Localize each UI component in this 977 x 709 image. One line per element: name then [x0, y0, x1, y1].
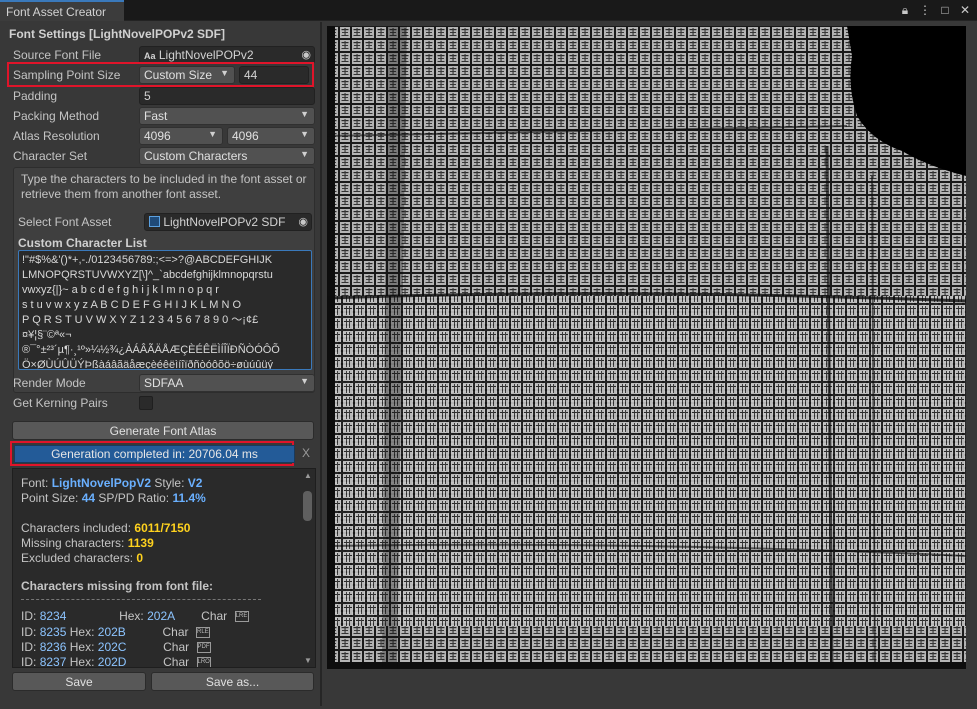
- object-picker-icon[interactable]: ◉: [301, 48, 311, 61]
- sampling-point-size-label: Sampling Point Size: [13, 68, 121, 82]
- char-line: P Q R S T U V W X Y Z 1 2 3 4 5 6 7 8 9 …: [22, 314, 259, 326]
- kebab-menu-icon[interactable]: ⋮: [919, 3, 931, 18]
- source-font-file-label: Source Font File: [13, 48, 102, 62]
- source-font-file-value: LightNovelPOPv2: [158, 48, 254, 62]
- missing-glyph-icon: LRE: [234, 611, 249, 623]
- tab-title: Font Asset Creator: [6, 5, 107, 19]
- report-font-line: Font: LightNovelPopV2 Style: V2: [21, 476, 203, 490]
- char-line: LMNOPQRSTUVWXYZ[\]^_`abcdefghijklmnopqrs…: [22, 269, 273, 281]
- lock-icon[interactable]: 🔒︎: [899, 3, 911, 18]
- render-mode-row: Render Mode SDFAA ▼: [13, 374, 315, 392]
- chevron-down-icon: ▼: [220, 68, 229, 78]
- sampling-point-size-mode-dropdown[interactable]: Custom Size ▼: [139, 66, 235, 84]
- maximize-icon[interactable]: □: [939, 3, 951, 18]
- sampling-point-size-row: Sampling Point Size Custom Size ▼ 44: [13, 66, 315, 84]
- font-file-icon: Aa: [144, 51, 156, 61]
- atlas-resolution-label: Atlas Resolution: [13, 129, 100, 143]
- char-line: Ö×ØÙÚÛÜÝÞßàáâãäåæçèéêëìíîïðñòóôõö÷øùúûüý: [22, 359, 273, 370]
- generation-progress-bar: Generation completed in: 20706.04 ms: [14, 445, 295, 463]
- chevron-down-icon: ▼: [208, 129, 217, 139]
- report-excluded-line: Excluded characters: 0: [21, 551, 144, 565]
- report-point-size: 44: [81, 491, 96, 505]
- report-missing-header: Characters missing from font file:: [21, 579, 214, 593]
- help-text: Type the characters to be included in th…: [21, 172, 307, 201]
- char-line: !"#$%&'()*+,-./0123456789:;<=>?@ABCDEFGH…: [22, 254, 273, 266]
- scroll-up-icon[interactable]: ▲: [304, 471, 312, 480]
- missing-glyph-icon: PDF: [196, 642, 211, 654]
- report-excluded: 0: [136, 551, 144, 565]
- save-button[interactable]: Save: [12, 672, 146, 691]
- select-font-asset-field[interactable]: LightNovelPOPv2 SDF ◉: [144, 213, 312, 231]
- char-line: ¤¥¦§¨©ª«¬: [22, 329, 72, 341]
- atlas-width-dropdown[interactable]: 4096 ▼: [139, 127, 223, 145]
- select-font-asset-row: Select Font Asset LightNovelPOPv2 SDF ◉: [14, 213, 314, 231]
- clear-progress-button[interactable]: X: [298, 445, 314, 463]
- character-set-label: Character Set: [13, 149, 88, 163]
- window-controls: 🔒︎ ⋮ □ ✕: [899, 3, 971, 18]
- object-picker-icon[interactable]: ◉: [298, 215, 308, 228]
- character-set-dropdown[interactable]: Custom Characters ▼: [139, 147, 315, 165]
- custom-character-list-title: Custom Character List: [18, 236, 147, 250]
- font-atlas-texture: [327, 26, 966, 669]
- packing-method-label: Packing Method: [13, 109, 100, 123]
- chevron-down-icon: ▼: [300, 129, 309, 139]
- chevron-down-icon: ▼: [300, 149, 309, 159]
- report-included-line: Characters included: 6011/7150: [21, 521, 191, 535]
- report-missing: 1139: [127, 536, 154, 550]
- padding-row: Padding 5: [13, 87, 315, 105]
- sampling-point-size-input[interactable]: 44: [239, 66, 309, 84]
- char-line: vwxyz{|}~ a b c d e f g h i j k l m n o …: [22, 284, 219, 296]
- padding-input[interactable]: 5: [139, 87, 315, 105]
- missing-char-row: ID: 8235 Hex: 202B Char RLE: [21, 625, 210, 639]
- report-included: 6011/7150: [134, 521, 191, 535]
- close-icon[interactable]: ✕: [959, 3, 971, 18]
- chevron-down-icon: ▼: [300, 376, 309, 386]
- custom-character-list-input[interactable]: !"#$%&'()*+,-./0123456789:;<=>?@ABCDEFGH…: [18, 250, 312, 370]
- character-set-options-box: Type the characters to be included in th…: [13, 167, 315, 393]
- select-font-asset-label: Select Font Asset: [18, 215, 112, 229]
- character-set-row: Character Set Custom Characters ▼: [13, 147, 315, 165]
- settings-header: Font Settings [LightNovelPOPv2 SDF]: [9, 27, 226, 41]
- kerning-row: Get Kerning Pairs: [13, 394, 315, 412]
- settings-panel: Font Settings [LightNovelPOPv2 SDF] Sour…: [4, 24, 318, 700]
- generation-report[interactable]: Font: LightNovelPopV2 Style: V2 Point Si…: [12, 468, 316, 668]
- missing-char-row: ID: 8236 Hex: 202C Char PDF: [21, 640, 211, 654]
- atlas-height-dropdown[interactable]: 4096 ▼: [227, 127, 315, 145]
- padding-label: Padding: [13, 89, 58, 103]
- packing-method-row: Packing Method Fast ▼: [13, 107, 315, 125]
- generate-font-atlas-button[interactable]: Generate Font Atlas: [12, 421, 314, 440]
- missing-char-row: ID: 8237 Hex: 202D Char LRO: [21, 655, 211, 668]
- report-separator: [21, 599, 261, 600]
- report-scrollbar[interactable]: ▲ ▼: [302, 471, 314, 665]
- missing-glyph-icon: RLE: [195, 627, 210, 639]
- scroll-down-icon[interactable]: ▼: [304, 656, 312, 665]
- missing-glyph-icon: LRO: [196, 657, 211, 667]
- char-line: ®¯°±²³´µ¶·¸¹º»¼½¾¿ÀÁÂÃÄÅÆÇÈÉÊËÌÍÎÏÐÑÒÓÔÕ: [22, 344, 280, 356]
- report-font-name: LightNovelPopV2: [51, 476, 152, 490]
- packing-method-dropdown[interactable]: Fast ▼: [139, 107, 315, 125]
- char-line: s t u v w x y z A B C D E F G H I J K L …: [22, 299, 242, 311]
- render-mode-label: Render Mode: [13, 376, 86, 390]
- missing-char-row: ID: 8234 Hex: 202A Char LRE: [21, 609, 249, 623]
- panel-divider[interactable]: [320, 22, 322, 706]
- font-atlas-preview: [327, 26, 966, 669]
- report-scroll-thumb[interactable]: [303, 491, 312, 521]
- progress-text: Generation completed in: 20706.04 ms: [51, 447, 258, 461]
- report-missing-line: Missing characters: 1139: [21, 536, 154, 550]
- report-style: V2: [187, 476, 203, 490]
- report-point-size-line: Point Size: 44 SP/PD Ratio: 11.4%: [21, 491, 206, 505]
- font-asset-icon: [149, 216, 160, 227]
- save-as-button[interactable]: Save as...: [151, 672, 314, 691]
- tab-font-asset-creator[interactable]: Font Asset Creator: [0, 0, 124, 21]
- kerning-checkbox[interactable]: [139, 396, 153, 410]
- render-mode-dropdown[interactable]: SDFAA ▼: [139, 374, 315, 392]
- atlas-resolution-row: Atlas Resolution 4096 ▼ 4096 ▼: [13, 127, 315, 145]
- window-titlebar: Font Asset Creator 🔒︎ ⋮ □ ✕: [0, 0, 977, 21]
- kerning-label: Get Kerning Pairs: [13, 396, 108, 410]
- chevron-down-icon: ▼: [300, 109, 309, 119]
- report-ratio: 11.4%: [172, 491, 206, 505]
